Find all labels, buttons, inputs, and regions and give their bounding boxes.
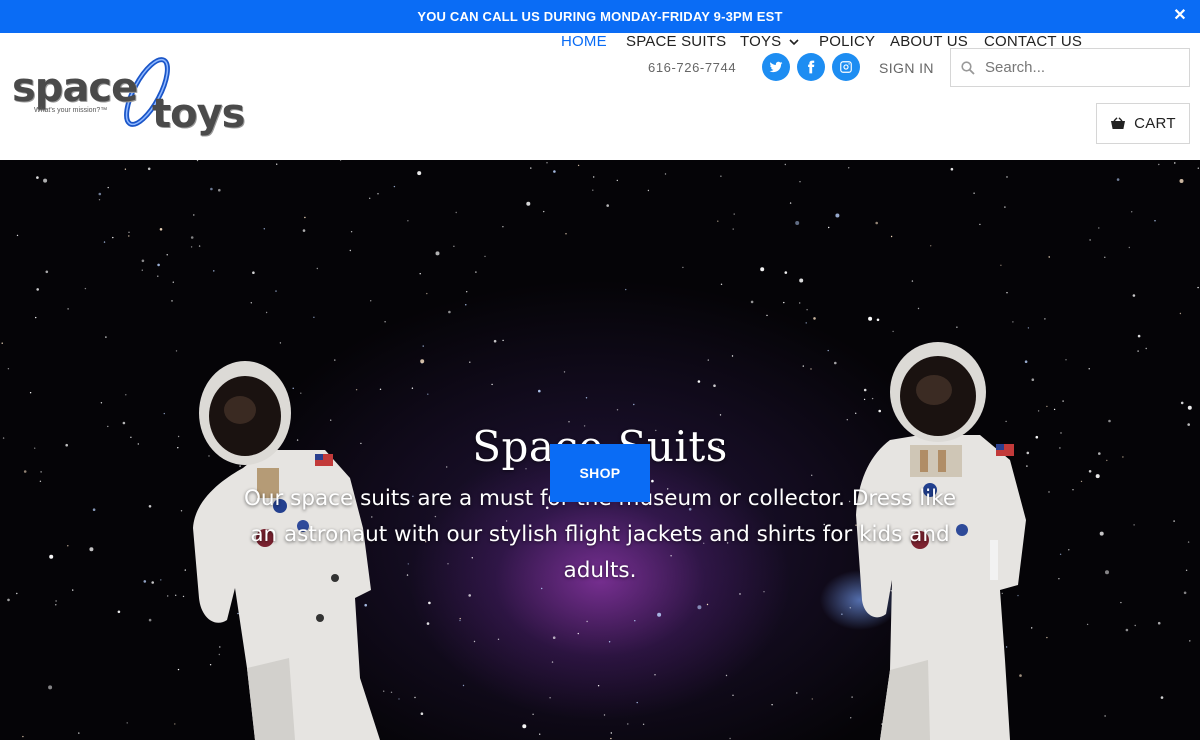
basket-icon bbox=[1111, 117, 1126, 129]
logo-tagline: What's your mission?™ bbox=[34, 107, 108, 114]
nav-space-suits[interactable]: SPACE SUITS bbox=[626, 33, 726, 50]
twitter-icon[interactable] bbox=[762, 53, 790, 81]
nav-policy[interactable]: POLICY bbox=[819, 33, 875, 50]
search-icon[interactable] bbox=[951, 49, 985, 86]
shop-button[interactable]: SHOP bbox=[550, 444, 650, 502]
nav-about-us[interactable]: ABOUT US bbox=[890, 33, 968, 50]
logo[interactable]: space toys What's your mission?™ bbox=[12, 55, 252, 137]
cart-label: CART bbox=[1134, 115, 1176, 132]
announcement-bar: YOU CAN CALL US DURING MONDAY-FRIDAY 9-3… bbox=[0, 0, 1200, 33]
phone-number[interactable]: 616-726-7744 bbox=[648, 60, 736, 75]
nav-toys-label: TOYS bbox=[740, 33, 782, 50]
cart-button[interactable]: CART bbox=[1096, 103, 1190, 144]
sign-in-link[interactable]: SIGN IN bbox=[879, 60, 934, 76]
logo-word-space: space bbox=[12, 65, 138, 111]
nav-home[interactable]: HOME bbox=[561, 33, 607, 50]
search-box bbox=[950, 48, 1190, 87]
close-icon[interactable]: ✕ bbox=[1170, 6, 1190, 26]
nav-contact-us[interactable]: CONTACT US bbox=[984, 33, 1082, 50]
announcement-text: YOU CAN CALL US DURING MONDAY-FRIDAY 9-3… bbox=[417, 9, 783, 24]
site-header: space toys What's your mission?™ 616-726… bbox=[0, 33, 1200, 160]
instagram-icon[interactable] bbox=[832, 53, 860, 81]
search-input[interactable] bbox=[985, 52, 1175, 83]
facebook-icon[interactable] bbox=[797, 53, 825, 81]
logo-word-toys: toys bbox=[152, 91, 245, 137]
chevron-down-icon bbox=[789, 38, 799, 45]
nav-toys[interactable]: TOYS bbox=[740, 33, 799, 50]
